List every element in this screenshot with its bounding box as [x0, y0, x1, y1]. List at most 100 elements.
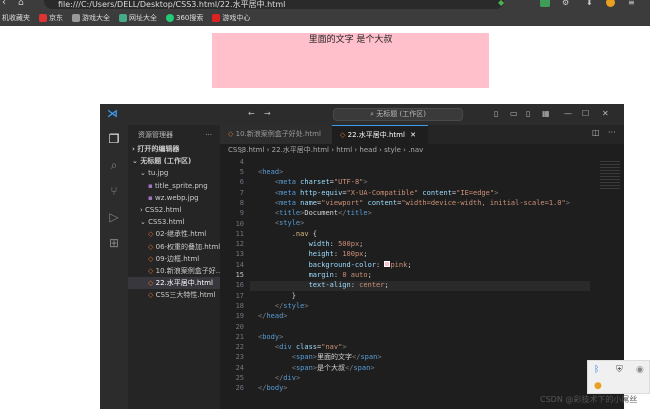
sidebar-item[interactable]: ▪ title_sprite.png	[128, 180, 220, 192]
bookmark-item[interactable]: 游戏中心	[212, 13, 250, 23]
chevron-down-icon: ⌄	[140, 169, 149, 178]
minimap[interactable]	[600, 161, 620, 189]
extension-icon[interactable]	[540, 0, 550, 7]
sidebar-item-label: CSS三大特性.html	[155, 291, 216, 300]
back-icon[interactable]: ‹	[2, 0, 6, 8]
profile-icon[interactable]	[606, 0, 615, 7]
code-editor[interactable]: 3 4 5 6 7 8 9 10 11 12 13 14 15 16 17 18 19 20 21 22 23 24 25 2…	[220, 147, 624, 409]
activity-bar: ❐ ⌕ ⑂ ▷ ⊞	[100, 125, 128, 409]
bookmark-item[interactable]: 360搜索	[166, 13, 203, 23]
sidebar-item[interactable]: ◇ 02-继承性.html	[128, 228, 220, 240]
search-icon[interactable]: ⌕	[106, 157, 122, 173]
nav-back-icon[interactable]: ←	[248, 108, 255, 120]
line-number: 22	[235, 343, 244, 352]
breadcrumb-item[interactable]: 22.水平居中.html	[272, 146, 329, 154]
more-actions-icon[interactable]: ···	[205, 129, 212, 141]
html-file-icon: ◇	[148, 230, 156, 239]
browser-chrome: ‹ ⌂ file:///C:/Users/DELL/Desktop/CSS3.h…	[0, 0, 650, 26]
sidebar-item[interactable]: ◇ 10.新浪案例盒子好...	[128, 265, 220, 277]
bookmarks-bar: 机收藏夹 京东 游戏大全 网址大全 360搜索 游戏中心	[0, 10, 650, 25]
html-file-icon: ◇	[148, 279, 156, 288]
split-editor-icon[interactable]: ◫	[592, 128, 600, 137]
box-text: 里面的文字 是个大叔	[308, 35, 393, 45]
sidebar-item-label: wz.webp.jpg	[154, 193, 199, 202]
toggle-secondary-sidebar-icon[interactable]: ▯	[526, 108, 530, 120]
sidebar-item-label: tu.jpg	[148, 169, 169, 178]
extensions-icon[interactable]: ⊞	[106, 235, 122, 251]
line-number: 15	[235, 271, 244, 279]
sidebar-item[interactable]: ◇ 09-边框.html	[128, 253, 220, 265]
line-number: 10	[235, 219, 244, 228]
line-number: 13	[235, 250, 244, 259]
breadcrumb-item[interactable]: .nav	[408, 146, 423, 154]
line-number: 3	[239, 147, 244, 156]
breadcrumb-item[interactable]: html	[336, 146, 352, 154]
download-icon[interactable]: ⬇	[586, 0, 593, 7]
tab-center[interactable]: ◇ 22.水平居中.html ✕	[332, 125, 428, 144]
sidebar-item[interactable]: ⌄ tu.jpg	[128, 167, 220, 179]
app-icon[interactable]: ◉	[636, 365, 644, 375]
line-number: 11	[235, 229, 244, 238]
home-icon[interactable]: ⌂	[18, 0, 24, 8]
app-icon[interactable]: ●	[594, 381, 602, 391]
line-number: 9	[239, 209, 244, 218]
bluetooth-icon[interactable]: ᛒ	[594, 365, 599, 375]
line-number: 12	[235, 240, 244, 249]
sidebar-item-label: 06-权重的叠加.html	[155, 242, 220, 251]
sidebar-item[interactable]: ⌄ 无标题 (工作区)	[128, 155, 220, 167]
sidebar-item-label: 02-继承性.html	[155, 230, 207, 239]
sidebar-item-label: title_sprite.png	[154, 181, 208, 190]
bookmark-item[interactable]: 京东	[39, 13, 63, 23]
image-file-icon: ▪	[148, 193, 155, 202]
bookmark-item[interactable]: 机收藏夹	[2, 13, 30, 23]
breadcrumb-item[interactable]: head	[359, 146, 376, 154]
line-number: 20	[235, 322, 244, 331]
html-icon: ◇	[228, 130, 234, 138]
sidebar-item-label: 10.新浪案例盒子好...	[155, 267, 220, 275]
explorer-icon[interactable]: ❐	[106, 131, 122, 147]
command-center[interactable]: ⌕ 无标题 (工作区)	[333, 108, 463, 121]
line-number: 23	[235, 353, 244, 362]
toggle-panel-icon[interactable]: ▭	[510, 108, 518, 120]
maximize-icon[interactable]: ☐	[582, 108, 589, 120]
shield-icon[interactable]: ⛨	[616, 365, 623, 375]
more-icon[interactable]: ···	[608, 128, 616, 137]
line-number: 5	[239, 168, 244, 176]
chevron-down-icon: ⌄	[140, 218, 149, 227]
nav-forward-icon[interactable]: →	[264, 108, 271, 120]
line-number: 26	[235, 384, 244, 393]
sidebar-item[interactable]: ◇ CSS三大特性.html	[128, 289, 220, 301]
sidebar-item-label: 打开的编辑器	[137, 145, 180, 153]
tab-sina-case[interactable]: ◇ 10.新浪案例盒子好处.html	[220, 125, 332, 144]
html-icon: ◇	[340, 131, 346, 139]
line-number: 7	[239, 188, 244, 197]
sidebar-item[interactable]: ◇ 06-权重的叠加.html	[128, 241, 220, 253]
watermark: CSDN @彩技术下的小屌丝	[540, 395, 638, 404]
sidebar-item[interactable]: ⌄ CSS3.html	[128, 216, 220, 228]
toggle-sidebar-icon[interactable]: ▯	[494, 108, 498, 120]
source-control-icon[interactable]: ⑂	[106, 183, 122, 199]
bookmark-item[interactable]: 网址大全	[119, 13, 157, 23]
shield-icon[interactable]: ◆	[498, 0, 504, 7]
close-tab-icon[interactable]: ✕	[410, 131, 416, 139]
extensions-menu-icon[interactable]: ⚙	[562, 0, 569, 7]
sidebar-item-label: 09-边框.html	[155, 254, 200, 263]
sidebar-item-label: 22.水平居中.html	[155, 279, 213, 288]
chevron-right-icon: ›	[264, 146, 272, 154]
line-number: 4	[239, 157, 244, 166]
bookmark-item[interactable]: 游戏大全	[72, 13, 110, 23]
line-number: 8	[239, 198, 244, 207]
sidebar-item[interactable]: › CSS2.html	[128, 204, 220, 216]
menu-icon[interactable]: ≡	[628, 0, 635, 7]
breadcrumb-item[interactable]: style	[384, 146, 401, 154]
run-debug-icon[interactable]: ▷	[106, 209, 122, 225]
minimize-icon[interactable]: —	[564, 108, 572, 120]
sidebar-item-label: CSS2.html	[145, 206, 182, 214]
sidebar-item[interactable]: ◇ 22.水平居中.html	[128, 277, 220, 290]
sidebar-item[interactable]: ▪ wz.webp.jpg	[128, 192, 220, 204]
close-icon[interactable]: ✕	[602, 108, 609, 120]
line-number: 19	[235, 312, 244, 321]
layout-icon[interactable]: ▦	[542, 108, 550, 120]
address-bar[interactable]: file:///C:/Users/DELL/Desktop/CSS3.html/…	[44, 0, 504, 9]
sidebar-item[interactable]: › 打开的编辑器	[128, 143, 220, 155]
